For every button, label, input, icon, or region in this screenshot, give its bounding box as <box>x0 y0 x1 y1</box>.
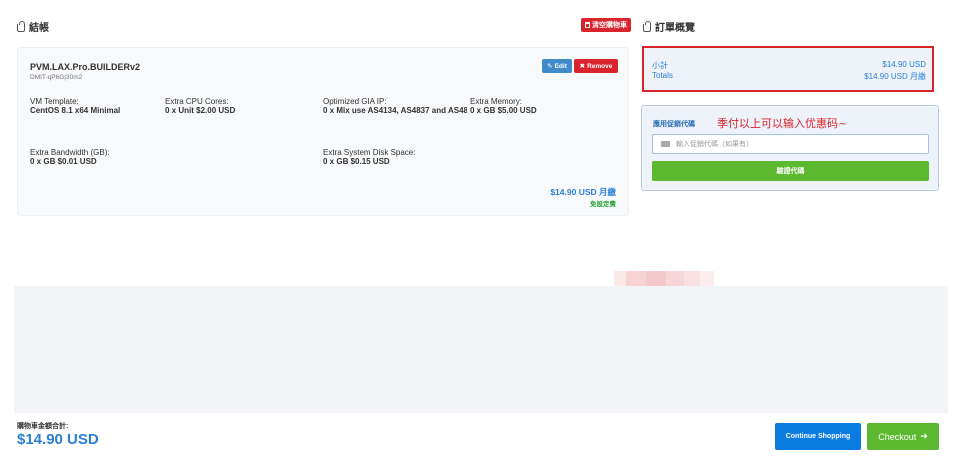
redacted-area <box>614 271 726 286</box>
option-extra-memory: Extra Memory: 0 x GB $5.00 USD <box>470 97 537 115</box>
arrow-right-icon: ➔ <box>920 431 928 441</box>
promo-title: 應用促銷代碼 <box>653 121 695 128</box>
promo-code-input[interactable]: 輸入促銷代碼（如果有） <box>652 134 929 154</box>
option-value: CentOS 8.1 x64 Minimal <box>30 106 121 115</box>
totals-label: Totals <box>652 71 673 80</box>
option-value: 0 x Unit $2.00 USD <box>165 106 236 115</box>
cart-total-value: $14.90 USD <box>17 431 99 448</box>
ticket-icon <box>661 141 670 147</box>
checkout-label: Checkout <box>878 431 917 442</box>
cart-title: 結帳 <box>17 19 49 34</box>
option-gia-ip: Optimized GIA IP: 0 x Mix use AS4134, AS… <box>323 97 467 115</box>
option-label: Extra Memory: <box>470 97 523 106</box>
option-vm-template: VM Template: CentOS 8.1 x64 Minimal <box>30 97 120 115</box>
option-label: Extra System Disk Space: <box>323 148 416 157</box>
trash-icon <box>585 22 590 28</box>
totals-value: $14.90 USD 月繳 <box>864 72 926 81</box>
option-label: Extra CPU Cores: <box>165 97 229 106</box>
content-background <box>14 286 948 413</box>
edit-button[interactable]: ✎ Edit <box>542 59 572 73</box>
order-summary-title-text: 訂單概覽 <box>655 23 695 34</box>
option-label: Optimized GIA IP: <box>323 97 387 106</box>
option-extra-cpu: Extra CPU Cores: 0 x Unit $2.00 USD <box>165 97 235 115</box>
shopping-bag-icon <box>643 20 651 32</box>
option-value: 0 x Mix use AS4134, AS4837 and AS48 <box>323 106 467 115</box>
shopping-bag-icon <box>17 20 25 32</box>
edit-label: Edit <box>554 62 567 70</box>
cart-title-text: 結帳 <box>29 23 49 34</box>
product-card: PVM.LAX.Pro.BUILDERv2 DMIT-qP6G|30m2 ✎ E… <box>17 47 629 216</box>
option-extra-disk: Extra System Disk Space: 0 x GB $0.15 US… <box>323 148 415 166</box>
option-value: 0 x GB $0.01 USD <box>30 157 97 166</box>
option-label: Extra Bandwidth (GB): <box>30 148 110 157</box>
option-label: VM Template: <box>30 97 79 106</box>
product-name: PVM.LAX.Pro.BUILDERv2 <box>30 62 141 72</box>
remove-label: Remove <box>587 62 613 70</box>
subtotal-label: 小計 <box>652 61 668 70</box>
option-value: 0 x GB $5.00 USD <box>470 106 537 115</box>
close-icon: ✖ <box>579 63 586 70</box>
option-value: 0 x GB $0.15 USD <box>323 157 390 166</box>
product-price: $14.90 USD 月繳 <box>550 187 616 197</box>
subtotal-value: $14.90 USD <box>882 60 926 69</box>
promo-panel: 應用促銷代碼 季付以上可以输入优惠码~ 輸入促銷代碼（如果有） 驗證代碼 <box>641 105 939 191</box>
promo-placeholder: 輸入促銷代碼（如果有） <box>676 141 753 148</box>
checkout-button[interactable]: Checkout ➔ <box>867 423 939 450</box>
order-summary-box: 小計 $14.90 USD Totals $14.90 USD 月繳 <box>642 46 934 92</box>
remove-button[interactable]: ✖ Remove <box>574 59 618 73</box>
empty-cart-button[interactable]: 清空購物車 <box>581 18 631 32</box>
product-id: DMIT-qP6G|30m2 <box>30 74 83 81</box>
option-extra-bandwidth: Extra Bandwidth (GB): 0 x GB $0.01 USD <box>30 148 110 166</box>
empty-cart-label: 清空購物車 <box>592 22 627 29</box>
setup-fee-note: 免設定費 <box>590 201 616 208</box>
promo-annotation: 季付以上可以输入优惠码~ <box>717 117 848 130</box>
continue-shopping-button[interactable]: Continue Shopping <box>775 423 861 450</box>
pencil-icon: ✎ <box>547 63 553 70</box>
cart-total-label: 購物車金額合計: <box>17 423 69 430</box>
order-summary-title: 訂單概覽 <box>643 19 695 34</box>
validate-code-button[interactable]: 驗證代碼 <box>652 161 929 181</box>
